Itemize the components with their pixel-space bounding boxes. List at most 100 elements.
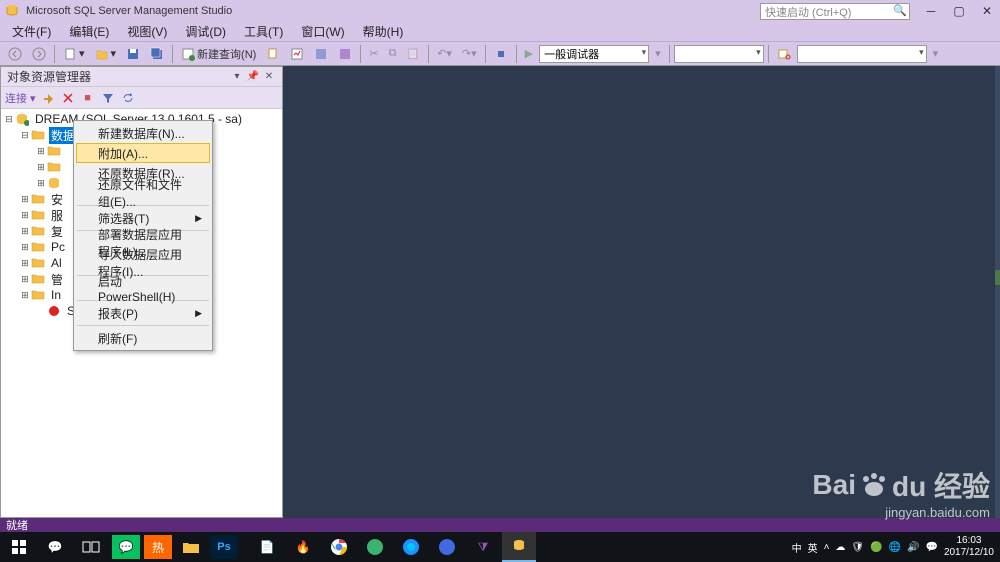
vs-icon[interactable]: ⧩ <box>466 532 500 562</box>
statusbar: 就绪 <box>0 518 1000 532</box>
ime-mode[interactable]: 英 <box>808 540 818 555</box>
tree-label: 服 <box>49 207 65 224</box>
collapse-icon[interactable]: ⊟ <box>19 130 31 141</box>
menu-file[interactable]: 文件(F) <box>4 21 59 42</box>
safe-icon[interactable]: 🟢 <box>870 542 882 553</box>
debug-mode-label: 一般调试器 <box>544 49 599 61</box>
expand-icon[interactable]: ⊞ <box>19 226 31 237</box>
expand-icon[interactable]: ⊞ <box>19 258 31 269</box>
start-button[interactable] <box>2 532 36 562</box>
tb-target-button[interactable] <box>490 44 512 64</box>
collapse-icon[interactable]: ⊟ <box>3 114 15 125</box>
pt-disconnect-icon[interactable] <box>60 90 76 106</box>
sound-icon[interactable]: 🔊 <box>907 542 919 553</box>
tb-find-button[interactable] <box>773 44 795 64</box>
expand-icon[interactable]: ⊞ <box>35 178 47 189</box>
tb-paste-button[interactable]: 📋 <box>402 44 424 64</box>
cm-powershell[interactable]: 启动 PowerShell(H) <box>76 278 210 298</box>
wechat-icon[interactable]: 💬 <box>112 535 140 559</box>
explorer-icon[interactable] <box>174 532 208 562</box>
tb-undo-button[interactable]: ↶▾ <box>433 44 456 64</box>
onedrive-icon[interactable]: ☁ <box>835 542 845 553</box>
new-query-button[interactable]: 新建查询(N) <box>177 44 260 64</box>
find-dropdown[interactable] <box>797 45 927 63</box>
nav-back-button[interactable] <box>4 44 26 64</box>
tray-chevron-icon[interactable]: ˄ <box>824 542 830 553</box>
expand-icon[interactable]: ⊞ <box>19 274 31 285</box>
quick-launch-input[interactable]: 快速启动 (Ctrl+Q) 🔍 <box>760 3 910 20</box>
tb-analyze-button[interactable] <box>286 44 308 64</box>
maximize-button[interactable]: ▢ <box>950 4 968 18</box>
tb-cut-button[interactable]: ✂ <box>365 44 382 64</box>
new-file-button[interactable]: ▾ <box>59 44 89 64</box>
panel-close-icon[interactable]: ✕ <box>262 71 276 82</box>
photoshop-icon[interactable]: Ps <box>210 535 238 559</box>
app-red-icon[interactable]: 🔥 <box>286 532 320 562</box>
expand-icon[interactable]: ⊞ <box>19 194 31 205</box>
defender-icon[interactable]: 🛡 <box>851 542 864 553</box>
connect-button[interactable]: 连接 ▾ <box>5 90 36 106</box>
folder-icon <box>47 160 63 174</box>
app-icon <box>4 3 20 19</box>
menu-window[interactable]: 窗口(W) <box>293 21 352 42</box>
cm-reports[interactable]: 报表(P)▶ <box>76 303 210 323</box>
context-menu: 新建数据库(N)... 附加(A)... 还原数据库(R)... 还原文件和文件… <box>73 120 213 351</box>
menu-edit[interactable]: 编辑(E) <box>61 21 117 42</box>
tb-copy-button[interactable] <box>262 44 284 64</box>
open-file-button[interactable]: ▾ <box>91 44 121 64</box>
cm-refresh[interactable]: 刷新(F) <box>76 328 210 348</box>
minimize-button[interactable]: ─ <box>922 4 940 18</box>
pt-filter-icon[interactable] <box>100 90 116 106</box>
scrollbar-thumb[interactable] <box>995 270 1000 285</box>
ssms-taskbar-icon[interactable] <box>502 532 536 562</box>
ime-lang[interactable]: 中 <box>792 540 802 555</box>
cortana-icon[interactable]: 💬 <box>38 532 72 562</box>
network-icon[interactable]: 🌐 <box>889 542 901 553</box>
menu-help[interactable]: 帮助(H) <box>355 21 412 42</box>
cm-separator <box>77 325 209 326</box>
empty-dropdown[interactable] <box>674 45 764 63</box>
tb-mdx-button[interactable] <box>334 44 356 64</box>
pt-refresh-icon[interactable] <box>120 90 136 106</box>
app-orange-icon[interactable]: 热 <box>144 535 172 559</box>
taskbar: 💬 💬 热 Ps 📄 🔥 ⧩ 中 英 ˄ ☁ 🛡 🟢 🌐 🔊 💬 16:03 2… <box>0 532 1000 562</box>
expand-icon[interactable]: ⊞ <box>19 290 31 301</box>
pt-connect-icon[interactable] <box>40 90 56 106</box>
save-all-button[interactable] <box>146 44 168 64</box>
debug-mode-dropdown[interactable]: 一般调试器 <box>539 45 649 63</box>
pt-stop-icon[interactable]: ■ <box>80 90 96 106</box>
uc-icon[interactable] <box>430 532 464 562</box>
qq-browser-icon[interactable] <box>394 532 428 562</box>
360-icon[interactable] <box>358 532 392 562</box>
panel-pin-icon[interactable]: 📌 <box>246 71 260 82</box>
taskview-icon[interactable] <box>74 532 108 562</box>
expand-icon[interactable]: ⊞ <box>35 162 47 173</box>
expand-icon[interactable]: ⊞ <box>35 146 47 157</box>
notepad-icon[interactable]: 📄 <box>250 532 284 562</box>
nav-fwd-button[interactable] <box>28 44 50 64</box>
cm-new-database[interactable]: 新建数据库(N)... <box>76 123 210 143</box>
menu-view[interactable]: 视图(V) <box>119 21 175 42</box>
clock[interactable]: 16:03 2017/12/10 <box>944 535 994 559</box>
expand-icon[interactable]: ⊞ <box>19 242 31 253</box>
cm-import-dac[interactable]: 导入数据层应用程序(I)... <box>76 253 210 273</box>
cm-restore-files[interactable]: 还原文件和文件组(E)... <box>76 183 210 203</box>
system-tray[interactable]: 中 英 ˄ ☁ 🛡 🟢 🌐 🔊 💬 16:03 2017/12/10 <box>792 535 998 559</box>
cm-attach[interactable]: 附加(A)... <box>76 143 210 163</box>
msg-icon[interactable]: 💬 <box>925 542 937 553</box>
close-button[interactable]: ✕ <box>978 4 996 18</box>
tb-more-arrow[interactable]: ▾ <box>651 44 665 64</box>
tb-play-button[interactable]: ▶ <box>521 44 537 64</box>
db-icon <box>47 176 63 190</box>
menu-tools[interactable]: 工具(T) <box>236 21 291 42</box>
save-button[interactable] <box>122 44 144 64</box>
menu-debug[interactable]: 调试(D) <box>177 21 234 42</box>
tb-copy2-button[interactable]: ⧉ <box>385 44 401 64</box>
cm-filter[interactable]: 筛选器(T)▶ <box>76 208 210 228</box>
tb-dimension-button[interactable] <box>310 44 332 64</box>
tb-end-arrow[interactable]: ▾ <box>929 44 943 64</box>
tb-redo-button[interactable]: ↷▾ <box>458 44 481 64</box>
chrome-icon[interactable] <box>322 532 356 562</box>
panel-dropdown-icon[interactable]: ▾ <box>230 71 244 82</box>
expand-icon[interactable]: ⊞ <box>19 210 31 221</box>
